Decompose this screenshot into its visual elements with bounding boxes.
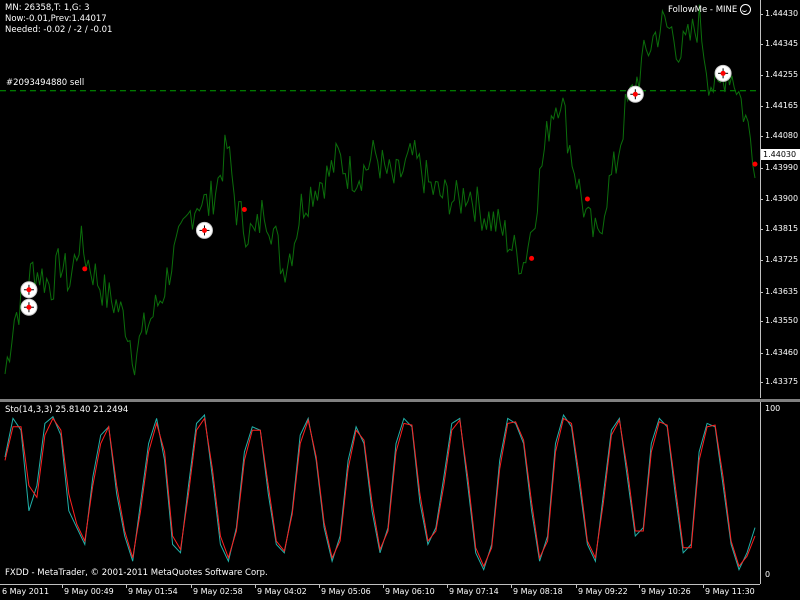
info-line-1: MN: 26358,T: 1,G: 3 <box>5 3 90 13</box>
price-tick-mark <box>760 321 763 323</box>
price-tick-mark <box>760 13 763 15</box>
time-tick-label: 9 May 04:02 <box>257 587 307 596</box>
osc-axis-top: 100 <box>765 404 781 413</box>
time-tick-mark <box>62 584 63 588</box>
time-tick-label: 9 May 11:30 <box>705 587 755 596</box>
price-tick-label: 1.44345 <box>765 38 799 48</box>
time-tick-label: 9 May 10:26 <box>641 587 691 596</box>
stochastic-chart <box>4 413 756 571</box>
expert-name: FollowMe - MINE <box>668 5 738 15</box>
time-tick-mark <box>255 584 256 588</box>
time-tick-mark <box>511 584 512 588</box>
copyright-text: FXDD - MetaTrader, © 2001-2011 MetaQuote… <box>5 568 268 578</box>
oscillator-axis: 100 0 <box>760 402 800 584</box>
time-tick-label: 9 May 09:22 <box>578 587 628 596</box>
trade-marker-dot <box>752 161 758 167</box>
time-tick-label: 9 May 02:58 <box>193 587 243 596</box>
time-tick-mark <box>319 584 320 588</box>
time-tick-label: 9 May 01:54 <box>128 587 178 596</box>
price-tick-mark <box>760 260 763 262</box>
stochastic-pane[interactable]: Sto(14,3,3) 25.8140 21.2494 FXDD - MetaT… <box>0 402 760 584</box>
price-tick-mark <box>760 75 763 77</box>
price-tick-label: 1.43460 <box>765 347 799 357</box>
trade-marker-dot <box>26 304 32 310</box>
price-tick-label: 1.44165 <box>765 101 799 111</box>
price-tick-mark <box>760 106 763 108</box>
price-tick-label: 1.44255 <box>765 70 799 80</box>
osc-axis-bottom: 0 <box>765 570 771 579</box>
price-axis: 1.44430 1.44345 1.44255 1.44165 1.44080 1.439… <box>760 0 800 398</box>
price-tick-mark <box>760 199 763 200</box>
smiley-icon <box>740 4 752 15</box>
info-line-3: Needed: -0.02 / -2 / -0.01 <box>5 25 113 35</box>
trade-marker-dot <box>241 206 247 212</box>
time-tick-mark <box>576 584 577 588</box>
price-tick-mark <box>760 136 763 138</box>
price-tick-mark <box>760 167 763 169</box>
time-axis: 6 May 2011 9 May 00:49 9 May 01:54 9 May 02… <box>0 584 760 600</box>
stochastic-signal-line <box>4 417 756 568</box>
price-tick-label: 1.43375 <box>765 377 799 387</box>
price-tick-label: 1.43990 <box>765 162 799 172</box>
trade-marker-dot <box>720 70 726 76</box>
trade-marker-dot <box>529 255 535 261</box>
price-tick-mark <box>760 228 763 230</box>
trade-marker-dot <box>82 266 88 272</box>
indicator-label: Sto(14,3,3) 25.8140 21.2494 <box>5 405 129 415</box>
price-chart <box>0 4 760 376</box>
trade-marker-dot <box>584 196 590 202</box>
current-price-tag: 1.44030 <box>761 148 800 160</box>
trade-marker-dot <box>632 91 638 97</box>
time-tick-label: 9 May 05:06 <box>321 587 371 596</box>
price-tick-mark <box>760 382 763 384</box>
price-tick-label: 1.44080 <box>765 131 799 141</box>
time-tick-mark <box>703 584 704 588</box>
time-tick-mark <box>383 584 384 588</box>
price-tick-mark <box>760 291 763 293</box>
price-tick-mark <box>760 352 763 354</box>
time-tick-mark <box>447 584 448 588</box>
time-tick-label: 9 May 08:18 <box>513 587 563 596</box>
price-tick-label: 1.43900 <box>765 194 799 203</box>
trade-marker-dot <box>26 287 32 293</box>
time-tick-label: 9 May 00:49 <box>64 587 114 596</box>
order-label: #2093494880 sell <box>6 78 85 88</box>
trade-marker-dot <box>201 227 207 233</box>
price-tick-label: 1.43635 <box>765 286 799 296</box>
price-tick-label: 1.43550 <box>765 316 799 326</box>
price-tick-mark <box>760 43 763 45</box>
time-tick-label: 9 May 06:10 <box>385 587 435 596</box>
expert-advisor-label[interactable]: FollowMe - MINE <box>668 4 752 16</box>
price-tick-label: 1.44430 <box>765 8 799 18</box>
time-tick-mark <box>126 584 127 588</box>
price-chart-pane[interactable]: MN: 26358,T: 1,G: 3 Now:-0.01,Prev:1.440… <box>0 0 760 398</box>
time-tick-label: 9 May 07:14 <box>449 587 499 596</box>
price-tick-label: 1.43725 <box>765 255 799 265</box>
info-line-2: Now:-0.01,Prev:1.44017 <box>5 14 107 24</box>
price-series-line <box>4 4 756 376</box>
time-tick-mark <box>639 584 640 588</box>
price-tick-label: 1.43815 <box>765 223 799 233</box>
time-tick-label: 6 May 2011 <box>2 587 50 596</box>
time-tick-mark <box>191 584 192 588</box>
